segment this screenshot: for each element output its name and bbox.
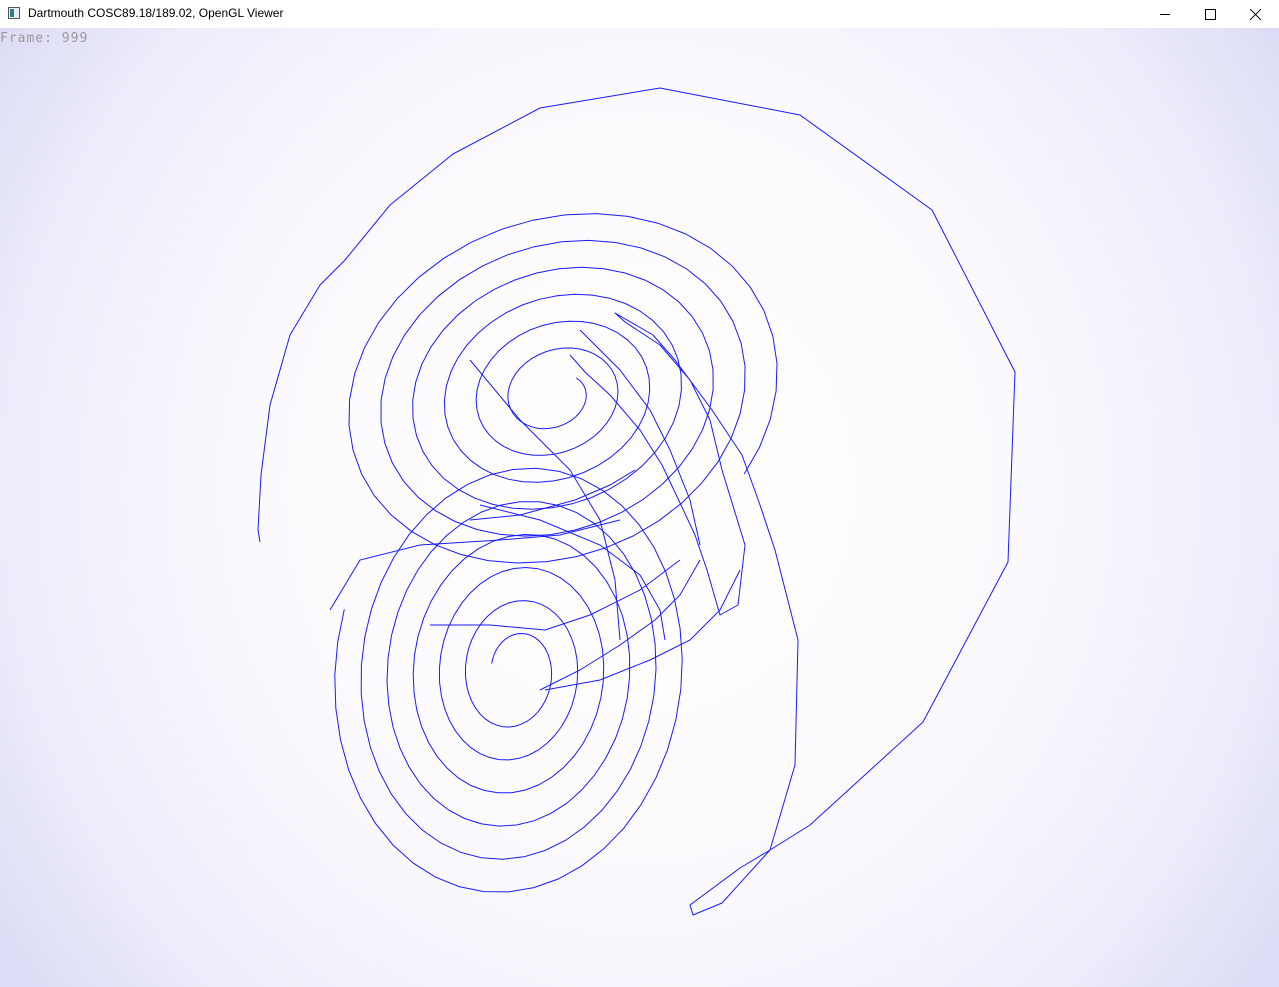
bridge-strand-7 — [329, 519, 621, 611]
app-icon[interactable] — [8, 7, 20, 19]
frame-counter: Frame: 999 — [0, 31, 89, 46]
maximize-button[interactable] — [1187, 0, 1233, 28]
lorenz-attractor-canvas — [257, 87, 1016, 916]
attractor-spirals — [329, 213, 778, 893]
upper-lobe-spiral — [348, 213, 778, 564]
close-button[interactable] — [1233, 0, 1279, 28]
bridge-strand-1 — [479, 504, 666, 641]
minimize-button[interactable] — [1142, 0, 1188, 28]
lower-lobe-spiral — [334, 467, 683, 893]
title-bar[interactable]: Dartmouth COSC89.18/189.02, OpenGL Viewe… — [0, 0, 1279, 28]
close-icon — [1250, 8, 1262, 20]
minimize-icon — [1160, 13, 1170, 15]
attractor-outer-curve — [257, 87, 1016, 916]
bridge-strand-0 — [469, 469, 636, 521]
window-title: Dartmouth COSC89.18/189.02, OpenGL Viewe… — [28, 6, 284, 20]
bridge-strand-4 — [430, 559, 681, 631]
bridge-strand-6 — [469, 359, 621, 641]
bridge-strand-3 — [539, 559, 701, 691]
maximize-icon — [1204, 8, 1216, 20]
app-window: Dartmouth COSC89.18/189.02, OpenGL Viewe… — [0, 0, 1279, 987]
opengl-viewport[interactable]: Frame: 999 — [0, 28, 1279, 987]
bridge-strand-5 — [579, 329, 701, 546]
